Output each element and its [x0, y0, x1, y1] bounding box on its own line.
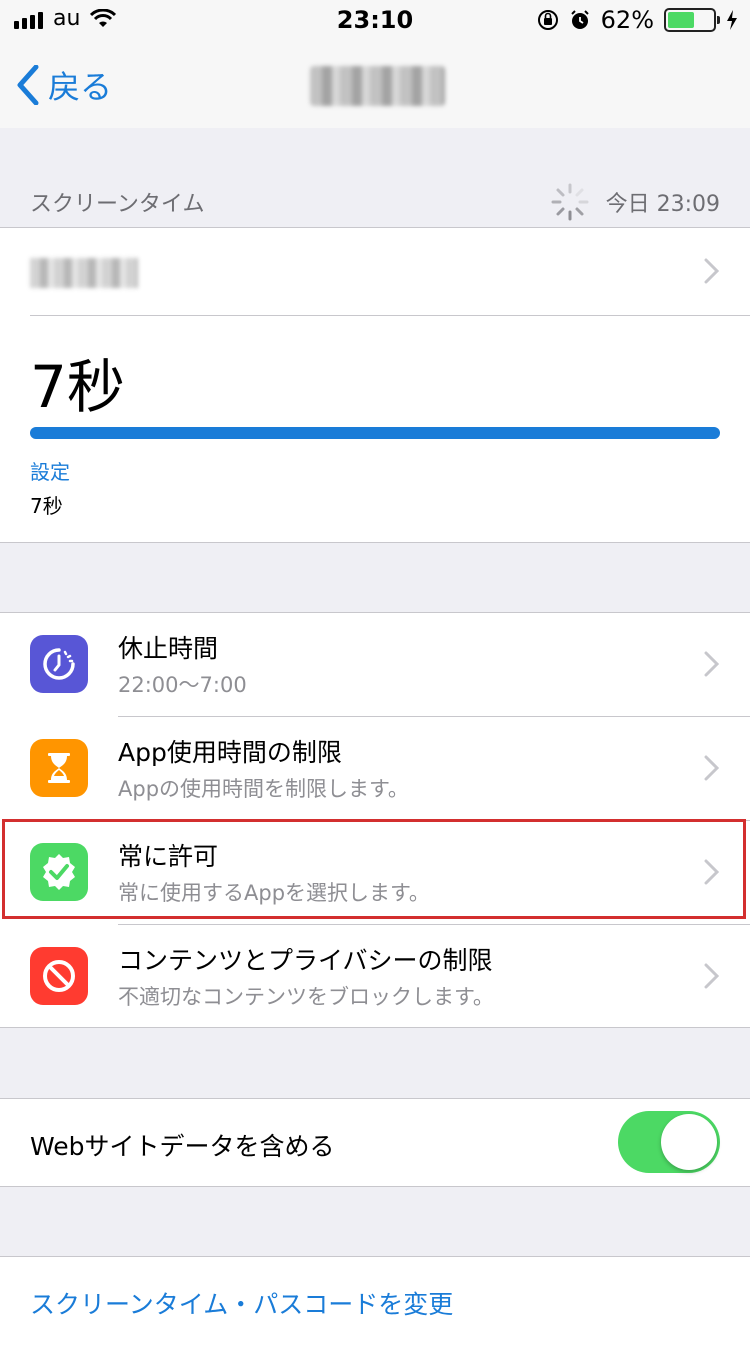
- category-label: 設定: [30, 460, 70, 484]
- device-name-blurred: [30, 258, 138, 288]
- chevron-right-icon: [704, 963, 720, 989]
- menu-item-app-limits[interactable]: App使用時間の制限 Appの使用時間を制限します。: [0, 717, 750, 821]
- menu-item-downtime[interactable]: 休止時間 22:00〜7:00: [0, 613, 750, 717]
- usage-progress-fill: [30, 427, 720, 439]
- passcode-row: スクリーンタイム・パスコードを変更: [0, 1256, 750, 1347]
- website-data-label: Webサイトデータを含める: [30, 1132, 335, 1161]
- hourglass-icon: [30, 739, 88, 797]
- chevron-right-icon: [704, 258, 720, 284]
- screen-time-summary: 7秒 設定 7秒: [0, 227, 750, 543]
- back-label: 戻る: [48, 68, 113, 106]
- chevron-right-icon: [704, 755, 720, 781]
- updated-time: 今日 23:09: [605, 192, 720, 217]
- menu-item-title: 休止時間: [118, 634, 219, 663]
- menu-item-always-allowed[interactable]: 常に許可 常に使用するAppを選択します。: [0, 821, 750, 925]
- page-title-blurred: [310, 66, 445, 106]
- chevron-right-icon: [704, 651, 720, 677]
- section-header: スクリーンタイム 今日 23:09: [0, 128, 750, 228]
- loading-spinner-icon: [551, 183, 589, 221]
- menu-item-subtitle: 不適切なコンテンツをブロックします。: [118, 985, 494, 1009]
- charging-icon: [727, 10, 737, 30]
- checkmark-badge-icon: [30, 843, 88, 901]
- usage-progress-bar: [30, 427, 720, 439]
- screen-time-label: スクリーンタイム: [30, 192, 205, 217]
- website-data-toggle[interactable]: [618, 1111, 720, 1173]
- downtime-icon: [30, 635, 88, 693]
- menu-item-title: コンテンツとプライバシーの制限: [118, 946, 493, 975]
- battery-percent: 62%: [600, 6, 654, 34]
- orientation-lock-icon: [537, 10, 558, 30]
- menu-item-title: 常に許可: [118, 842, 219, 871]
- menu-item-subtitle: 常に使用するAppを選択します。: [118, 881, 430, 905]
- status-bar: au 23:10 62%: [0, 0, 750, 40]
- menu-item-subtitle: 22:00〜7:00: [118, 673, 247, 697]
- back-button[interactable]: 戻る: [16, 62, 112, 108]
- chevron-left-icon: [17, 65, 39, 105]
- navigation-bar: 戻る: [0, 40, 750, 129]
- menu-item-content-privacy[interactable]: コンテンツとプライバシーの制限 不適切なコンテンツをブロックします。: [0, 925, 750, 1029]
- category-value: 7秒: [30, 494, 63, 518]
- toggle-knob: [661, 1114, 717, 1170]
- battery-icon: [664, 8, 720, 32]
- menu-item-subtitle: Appの使用時間を制限します。: [118, 777, 409, 801]
- settings-menu: 休止時間 22:00〜7:00 App使用時間の制限 Appの使用時間を制限しま…: [0, 612, 750, 1028]
- website-data-row: Webサイトデータを含める: [0, 1098, 750, 1187]
- device-row[interactable]: [0, 228, 750, 315]
- alarm-icon: [570, 10, 589, 29]
- total-screen-time: 7秒: [30, 353, 125, 421]
- chevron-right-icon: [704, 859, 720, 885]
- prohibited-icon: [30, 947, 88, 1005]
- change-passcode-link[interactable]: スクリーンタイム・パスコードを変更: [30, 1285, 453, 1321]
- menu-item-title: App使用時間の制限: [118, 738, 342, 767]
